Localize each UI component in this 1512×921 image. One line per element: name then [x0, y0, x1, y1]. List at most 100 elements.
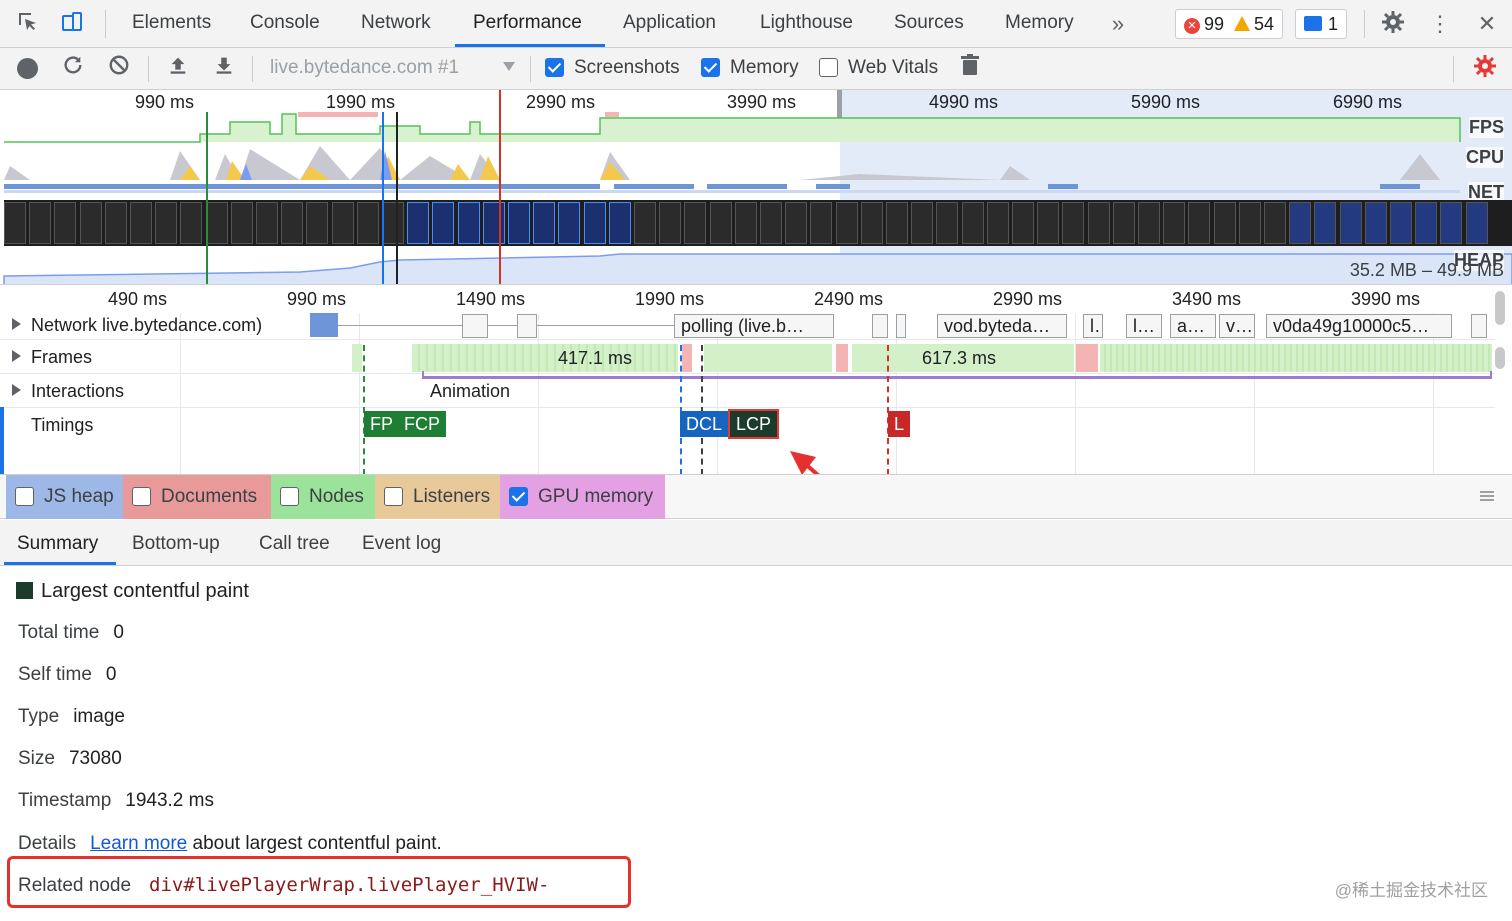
tab-memory[interactable]: Memory: [1005, 12, 1074, 34]
screenshot-thumbnail[interactable]: [1415, 202, 1438, 244]
resize-grip-icon[interactable]: [1480, 491, 1494, 501]
timing-dcl[interactable]: DCL: [680, 411, 729, 437]
tab-network[interactable]: Network: [361, 12, 431, 34]
load-profile-icon[interactable]: [163, 54, 193, 84]
timing-fcp[interactable]: FCP: [398, 411, 446, 437]
counter-js-heap[interactable]: JS heap: [6, 475, 123, 519]
save-profile-icon[interactable]: [209, 54, 239, 84]
screenshot-thumbnail[interactable]: [29, 202, 52, 244]
scrollbar-thumb[interactable]: [1495, 347, 1505, 369]
screenshot-thumbnail[interactable]: [205, 202, 228, 244]
network-request[interactable]: polling (live.b…: [674, 314, 834, 338]
track-network[interactable]: Network live.bytedance.com): [12, 315, 262, 336]
screenshot-thumbnail[interactable]: [306, 202, 329, 244]
more-options-icon[interactable]: ⋮: [1426, 10, 1454, 38]
screenshot-thumbnail[interactable]: [1364, 202, 1387, 244]
screenshot-thumbnail[interactable]: [407, 202, 430, 244]
more-tabs-icon[interactable]: »: [1104, 10, 1132, 38]
screenshot-thumbnail[interactable]: [382, 202, 404, 244]
dropped-frame[interactable]: [836, 344, 848, 372]
counter-documents[interactable]: Documents: [123, 475, 271, 519]
nodes-checkbox[interactable]: [280, 487, 299, 506]
screenshot-thumbnail[interactable]: [4, 202, 26, 244]
screenshot-thumbnail[interactable]: [911, 202, 934, 244]
trash-icon[interactable]: [955, 54, 985, 84]
settings-gear-icon[interactable]: [1379, 10, 1407, 38]
network-request[interactable]: [462, 314, 488, 338]
screenshot-thumbnail[interactable]: [835, 202, 858, 244]
close-icon[interactable]: ✕: [1473, 10, 1501, 38]
network-request-bar[interactable]: [310, 313, 338, 337]
screenshot-thumbnail[interactable]: [860, 202, 883, 244]
screenshots-checkbox[interactable]: [545, 58, 564, 77]
screenshot-thumbnail[interactable]: [659, 202, 682, 244]
learn-more-link[interactable]: Learn more: [90, 833, 187, 854]
frame-bar[interactable]: [412, 344, 678, 372]
screenshot-thumbnail[interactable]: [508, 202, 530, 244]
screenshot-thumbnail[interactable]: [1390, 202, 1412, 244]
tab-console[interactable]: Console: [250, 12, 320, 34]
webvitals-checkbox[interactable]: [819, 58, 838, 77]
screenshot-thumbnail[interactable]: [961, 202, 984, 244]
network-request[interactable]: [896, 314, 906, 338]
tab-application[interactable]: Application: [623, 12, 716, 34]
screenshot-thumbnail[interactable]: [1188, 202, 1211, 244]
timeline-tracks[interactable]: 490 ms 990 ms 1490 ms 1990 ms 2490 ms 29…: [0, 285, 1512, 475]
tab-performance[interactable]: Performance: [473, 12, 582, 34]
tab-elements[interactable]: Elements: [132, 12, 211, 34]
listeners-checkbox[interactable]: [384, 487, 403, 506]
counter-gpu-memory[interactable]: GPU memory: [500, 475, 665, 519]
screenshot-thumbnail[interactable]: [1062, 202, 1085, 244]
tab-sources[interactable]: Sources: [894, 12, 964, 34]
scrollbar-thumb[interactable]: [1495, 291, 1505, 325]
screenshot-thumbnail[interactable]: [432, 202, 455, 244]
memory-checkbox[interactable]: [701, 58, 720, 77]
network-request[interactable]: vod.byteda…: [937, 314, 1067, 338]
screenshot-thumbnail[interactable]: [986, 202, 1009, 244]
tab-lighthouse[interactable]: Lighthouse: [760, 12, 853, 34]
screenshot-thumbnail[interactable]: [810, 202, 833, 244]
screenshot-thumbnail[interactable]: [256, 202, 278, 244]
screenshot-thumbnail[interactable]: [936, 202, 959, 244]
tab-call-tree[interactable]: Call tree: [259, 533, 330, 555]
screenshot-thumbnail[interactable]: [1264, 202, 1286, 244]
screenshot-thumbnail[interactable]: [760, 202, 782, 244]
screenshot-thumbnail[interactable]: [709, 202, 732, 244]
network-request[interactable]: l…: [1126, 314, 1162, 338]
screenshot-thumbnail[interactable]: [533, 202, 556, 244]
screenshot-thumbnail[interactable]: [1314, 202, 1337, 244]
screenshot-thumbnail[interactable]: [230, 202, 253, 244]
screenshot-thumbnail[interactable]: [54, 202, 77, 244]
network-request[interactable]: a…: [1170, 314, 1216, 338]
expand-triangle-icon[interactable]: [12, 384, 21, 396]
messages-counter[interactable]: 1: [1295, 9, 1348, 39]
screenshot-thumbnail[interactable]: [482, 202, 505, 244]
screenshot-thumbnail[interactable]: [734, 202, 757, 244]
screenshot-thumbnail[interactable]: [180, 202, 203, 244]
screenshot-thumbnail[interactable]: [1213, 202, 1236, 244]
screenshot-thumbnail[interactable]: [1138, 202, 1160, 244]
screenshot-thumbnail[interactable]: [1163, 202, 1186, 244]
screenshot-thumbnail[interactable]: [1289, 202, 1312, 244]
dropped-frame[interactable]: [1076, 344, 1098, 372]
screenshot-thumbnail[interactable]: [785, 202, 808, 244]
inspect-element-icon[interactable]: [14, 10, 42, 38]
capture-settings-gear-icon[interactable]: [1470, 54, 1500, 84]
device-toolbar-icon[interactable]: [58, 10, 86, 38]
screenshot-thumbnail[interactable]: [608, 202, 631, 244]
track-interactions[interactable]: Interactions: [12, 381, 124, 402]
screenshot-thumbnail[interactable]: [1465, 202, 1488, 244]
screenshot-thumbnail[interactable]: [1339, 202, 1362, 244]
tab-bottom-up[interactable]: Bottom-up: [132, 533, 220, 555]
screenshot-thumbnail[interactable]: [886, 202, 908, 244]
screenshot-thumbnail[interactable]: [583, 202, 606, 244]
frame-bar[interactable]: [352, 344, 362, 372]
expand-triangle-icon[interactable]: [12, 318, 21, 330]
documents-checkbox[interactable]: [132, 487, 151, 506]
screenshot-thumbnail[interactable]: [130, 202, 152, 244]
network-request[interactable]: [872, 314, 888, 338]
animation-bar[interactable]: [422, 376, 1492, 379]
js-heap-checkbox[interactable]: [15, 487, 34, 506]
screenshot-thumbnail[interactable]: [558, 202, 581, 244]
track-timings-label[interactable]: Timings: [31, 415, 93, 436]
